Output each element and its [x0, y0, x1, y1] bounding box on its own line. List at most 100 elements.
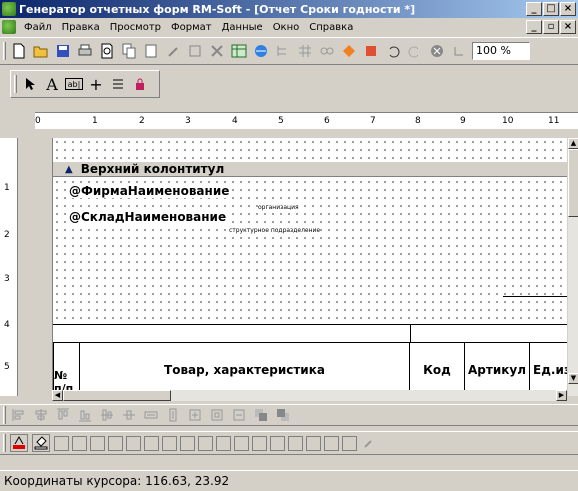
font-color-icon[interactable]: [10, 434, 28, 452]
menu-window[interactable]: Окно: [268, 22, 305, 33]
menu-format[interactable]: Формат: [166, 22, 217, 33]
scrollbar-thumb[interactable]: [63, 390, 171, 401]
horizontal-scrollbar[interactable]: ◀ ▶: [52, 390, 567, 401]
same-size-icon[interactable]: [186, 406, 204, 424]
scroll-up-icon[interactable]: ▲: [568, 138, 578, 149]
signature-line[interactable]: [503, 296, 567, 297]
paste-icon[interactable]: [142, 42, 160, 60]
grid-icon[interactable]: [296, 42, 314, 60]
link-icon[interactable]: [318, 42, 336, 60]
brush-icon[interactable]: [362, 42, 380, 60]
scroll-right-icon[interactable]: ▶: [556, 390, 567, 401]
column-number[interactable]: № п/п: [53, 342, 79, 396]
maximize-button[interactable]: □: [543, 2, 559, 16]
caption-store[interactable]: структурное подразделение: [229, 227, 321, 234]
undo-icon[interactable]: [384, 42, 402, 60]
color-swatch[interactable]: [216, 435, 231, 451]
line-icon[interactable]: +: [87, 75, 105, 94]
table-icon[interactable]: [230, 42, 248, 60]
table-header[interactable]: № п/п Товар, характеристика Код Артикул …: [53, 324, 567, 396]
page-header-band[interactable]: ▲ Верхний колонтитул: [53, 161, 567, 177]
document-icon[interactable]: [2, 20, 16, 34]
fill-color-icon[interactable]: [32, 434, 50, 452]
caption-organization[interactable]: организация: [258, 204, 299, 211]
tree-icon[interactable]: [274, 42, 292, 60]
custom-color-icon[interactable]: [360, 434, 378, 452]
color-swatch[interactable]: [270, 435, 285, 451]
align-top-icon[interactable]: [54, 406, 72, 424]
menu-edit[interactable]: Правка: [57, 22, 105, 33]
color-swatch[interactable]: [234, 435, 249, 451]
save-icon[interactable]: [54, 42, 72, 60]
align-left-icon[interactable]: [10, 406, 28, 424]
color-swatch[interactable]: [342, 435, 357, 451]
scroll-down-icon[interactable]: ▼: [568, 373, 578, 384]
doc-restore-button[interactable]: ▫: [543, 20, 559, 34]
color-swatch[interactable]: [72, 435, 87, 451]
close-button[interactable]: ×: [560, 2, 576, 16]
color-swatch[interactable]: [324, 435, 339, 451]
field-icon[interactable]: ab|: [65, 78, 83, 90]
collapse-arrow-icon[interactable]: ▲: [65, 164, 73, 175]
column-article[interactable]: Артикул: [464, 342, 529, 396]
space-vertical-icon[interactable]: [230, 406, 248, 424]
toolbar-grip[interactable]: [3, 406, 6, 424]
toolbar-grip[interactable]: [3, 42, 6, 60]
copy-icon[interactable]: [120, 42, 138, 60]
color-swatch[interactable]: [306, 435, 321, 451]
doc-close-button[interactable]: ×: [560, 20, 576, 34]
color-swatch[interactable]: [252, 435, 267, 451]
color-swatch[interactable]: [144, 435, 159, 451]
color-swatch[interactable]: [108, 435, 123, 451]
color-swatch[interactable]: [180, 435, 195, 451]
print-preview-icon[interactable]: [98, 42, 116, 60]
scroll-left-icon[interactable]: ◀: [52, 390, 63, 401]
scrollbar-thumb[interactable]: [568, 149, 578, 217]
align-center-icon[interactable]: [32, 406, 50, 424]
edit-icon[interactable]: [186, 42, 204, 60]
bring-front-icon[interactable]: [252, 406, 270, 424]
text-icon[interactable]: A: [43, 75, 61, 94]
color-swatch[interactable]: [288, 435, 303, 451]
report-design-canvas[interactable]: ▲ Верхний колонтитул @ФирмаНаименование …: [52, 138, 567, 396]
toolbar-grip[interactable]: [14, 75, 17, 93]
new-file-icon[interactable]: [10, 42, 28, 60]
menu-data[interactable]: Данные: [217, 22, 268, 33]
same-width-icon[interactable]: [142, 406, 160, 424]
stop-icon[interactable]: [428, 42, 446, 60]
same-height-icon[interactable]: [164, 406, 182, 424]
doc-minimize-button[interactable]: _: [526, 20, 542, 34]
column-unit[interactable]: Ед.изм: [529, 342, 567, 396]
vertical-scrollbar[interactable]: ▲ ▼: [567, 138, 578, 396]
redo-icon[interactable]: [406, 42, 424, 60]
field-store[interactable]: @СкладНаименование: [69, 210, 227, 224]
align-bottom-icon[interactable]: [76, 406, 94, 424]
color-swatch[interactable]: [198, 435, 213, 451]
delete-icon[interactable]: [208, 42, 226, 60]
list-icon[interactable]: [109, 75, 127, 93]
send-back-icon[interactable]: [274, 406, 292, 424]
pointer-icon[interactable]: [21, 75, 39, 93]
toolbar-grip[interactable]: [3, 434, 6, 452]
browser-icon[interactable]: [252, 42, 270, 60]
menu-help[interactable]: Справка: [304, 22, 358, 33]
menu-file[interactable]: Файл: [19, 22, 57, 33]
minimize-button[interactable]: _: [526, 2, 542, 16]
column-code[interactable]: Код: [409, 342, 464, 396]
color-swatch[interactable]: [126, 435, 141, 451]
zoom-input[interactable]: 100 %: [472, 42, 530, 60]
space-horizontal-icon[interactable]: [208, 406, 226, 424]
diamond-icon[interactable]: [340, 42, 358, 60]
menu-view[interactable]: Просмотр: [105, 22, 166, 33]
zoom-icon[interactable]: [450, 42, 468, 60]
field-organization[interactable]: @ФирмаНаименование: [69, 184, 230, 198]
format-painter-icon[interactable]: [164, 42, 182, 60]
color-swatch[interactable]: [54, 435, 69, 451]
open-folder-icon[interactable]: [32, 42, 50, 60]
lock-icon[interactable]: [131, 75, 149, 93]
color-swatch[interactable]: [162, 435, 177, 451]
center-horizontally-icon[interactable]: [120, 406, 138, 424]
align-middle-icon[interactable]: [98, 406, 116, 424]
color-swatch[interactable]: [90, 435, 105, 451]
column-product[interactable]: Товар, характеристика: [79, 342, 409, 396]
